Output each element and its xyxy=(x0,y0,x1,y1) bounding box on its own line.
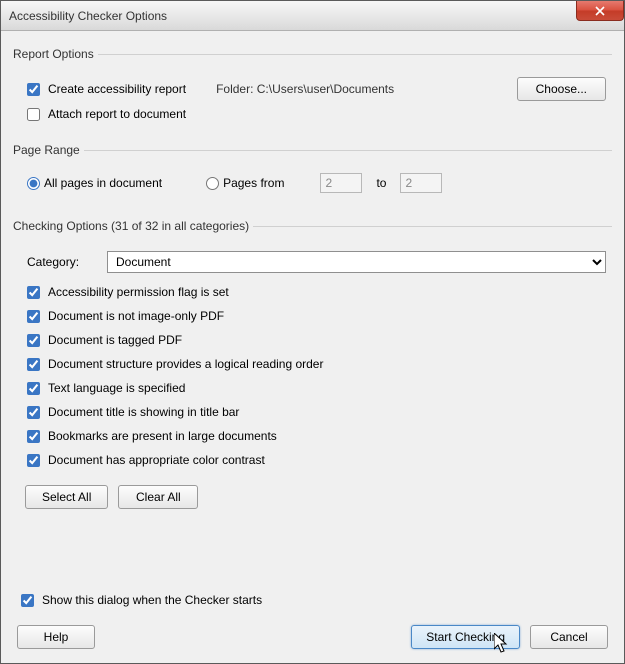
all-pages-radio[interactable] xyxy=(27,177,40,190)
check-item: Document is not image-only PDF xyxy=(19,309,606,323)
check-item: Document title is showing in title bar xyxy=(19,405,606,419)
titlebar: Accessibility Checker Options xyxy=(1,1,624,31)
checking-options-group: Checking Options (31 of 32 in all catego… xyxy=(13,219,612,585)
check-item-label: Bookmarks are present in large documents xyxy=(48,429,277,443)
start-checking-button[interactable]: Start Checking xyxy=(411,625,520,649)
folder-label: Folder: C:\Users\user\Documents xyxy=(216,82,394,96)
check-item-label: Document has appropriate color contrast xyxy=(48,453,265,467)
create-report-checkbox[interactable] xyxy=(27,83,40,96)
check-item: Bookmarks are present in large documents xyxy=(19,429,606,443)
check-item: Accessibility permission flag is set xyxy=(19,285,606,299)
show-dialog-checkbox[interactable] xyxy=(21,594,34,607)
close-icon xyxy=(595,6,605,16)
cancel-button[interactable]: Cancel xyxy=(530,625,608,649)
check-item-label: Accessibility permission flag is set xyxy=(48,285,229,299)
check-item-checkbox[interactable] xyxy=(27,286,40,299)
pages-from-label: Pages from xyxy=(223,176,284,190)
checking-options-legend: Checking Options (31 of 32 in all catego… xyxy=(13,219,253,233)
check-item-checkbox[interactable] xyxy=(27,310,40,323)
check-item-checkbox[interactable] xyxy=(27,358,40,371)
all-pages-label: All pages in document xyxy=(44,176,162,190)
attach-report-label: Attach report to document xyxy=(48,107,186,121)
category-select[interactable]: Document xyxy=(107,251,606,273)
check-item-label: Document is not image-only PDF xyxy=(48,309,224,323)
report-options-group: Report Options Create accessibility repo… xyxy=(13,47,612,131)
check-item: Text language is specified xyxy=(19,381,606,395)
dialog-body: Report Options Create accessibility repo… xyxy=(1,31,624,663)
show-dialog-label: Show this dialog when the Checker starts xyxy=(42,593,262,607)
check-item-checkbox[interactable] xyxy=(27,334,40,347)
page-range-group: Page Range All pages in document Pages f… xyxy=(13,143,612,207)
create-report-label: Create accessibility report xyxy=(48,82,186,96)
check-item-label: Document is tagged PDF xyxy=(48,333,182,347)
report-options-legend: Report Options xyxy=(13,47,98,61)
check-item-label: Document title is showing in title bar xyxy=(48,405,239,419)
select-all-button[interactable]: Select All xyxy=(25,485,108,509)
attach-report-checkbox[interactable] xyxy=(27,108,40,121)
check-item-checkbox[interactable] xyxy=(27,382,40,395)
pages-from-radio[interactable] xyxy=(206,177,219,190)
check-item: Document structure provides a logical re… xyxy=(19,357,606,371)
dialog-window: Accessibility Checker Options Report Opt… xyxy=(0,0,625,664)
clear-all-button[interactable]: Clear All xyxy=(118,485,198,509)
check-item-checkbox[interactable] xyxy=(27,454,40,467)
close-button[interactable] xyxy=(576,1,624,21)
page-to-input[interactable] xyxy=(400,173,442,193)
choose-folder-button[interactable]: Choose... xyxy=(517,77,606,101)
to-label: to xyxy=(376,176,386,190)
dialog-footer: Help Start Checking Cancel xyxy=(13,617,612,651)
check-item: Document is tagged PDF xyxy=(19,333,606,347)
check-item-label: Document structure provides a logical re… xyxy=(48,357,323,371)
page-from-input[interactable] xyxy=(320,173,362,193)
window-title: Accessibility Checker Options xyxy=(9,9,167,23)
check-item-checkbox[interactable] xyxy=(27,430,40,443)
check-item-label: Text language is specified xyxy=(48,381,185,395)
check-list: Accessibility permission flag is set Doc… xyxy=(19,285,606,467)
help-button[interactable]: Help xyxy=(17,625,95,649)
page-range-legend: Page Range xyxy=(13,143,84,157)
check-item: Document has appropriate color contrast xyxy=(19,453,606,467)
check-item-checkbox[interactable] xyxy=(27,406,40,419)
category-label: Category: xyxy=(27,255,107,269)
